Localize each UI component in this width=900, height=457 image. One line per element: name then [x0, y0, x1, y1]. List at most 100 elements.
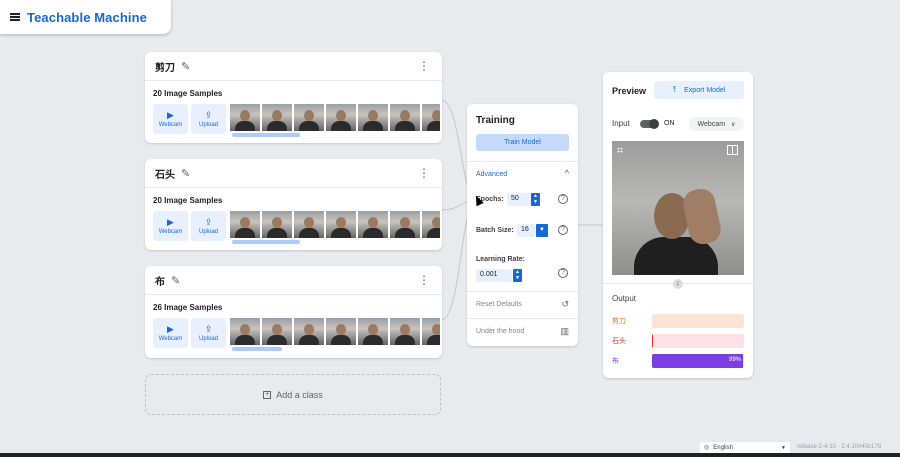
sample-thumbnail[interactable] — [294, 211, 324, 238]
confidence-bar: 99% — [652, 354, 744, 368]
app-title[interactable]: Teachable Machine — [27, 10, 147, 25]
more-options-icon[interactable]: ⋮ — [418, 273, 430, 287]
sample-thumbnail[interactable] — [294, 318, 324, 345]
class-name[interactable]: 布 — [155, 273, 165, 288]
class-card: 剪刀 ✎ ⋮ 20 Image Samples ▶ Webcam ⇪ Uploa… — [145, 52, 442, 143]
sample-thumbnail[interactable] — [390, 318, 420, 345]
sample-thumbnail[interactable] — [326, 104, 356, 131]
help-icon[interactable]: ? — [558, 268, 568, 278]
sample-row: ▶ Webcam ⇪ Upload — [145, 211, 442, 247]
epochs-stepper[interactable]: ▲ ▼ — [531, 193, 540, 206]
thumbnail-scrollbar[interactable] — [232, 347, 282, 351]
sample-thumbnail[interactable] — [422, 104, 440, 131]
epochs-input[interactable]: 50 — [507, 193, 531, 206]
output-row: 布 99% — [612, 354, 744, 368]
crop-icon[interactable]: ⌗ — [617, 145, 623, 158]
sample-thumbnail[interactable] — [230, 104, 260, 131]
upload-icon: ⇪ — [204, 110, 213, 120]
confidence-bar — [652, 314, 744, 328]
more-options-icon[interactable]: ⋮ — [418, 59, 430, 73]
input-source-select[interactable]: Webcam ∨ — [689, 117, 744, 131]
add-class-button[interactable]: + Add a class — [145, 374, 441, 415]
sample-row: ▶ Webcam ⇪ Upload — [145, 318, 442, 354]
webcam-label: Webcam — [158, 229, 183, 235]
sample-thumbnail[interactable] — [262, 104, 292, 131]
upload-icon: ⤒ — [672, 85, 677, 94]
learning-rate-input[interactable]: 0.001 — [476, 269, 512, 282]
sample-thumbnail[interactable] — [326, 211, 356, 238]
sample-thumbnail[interactable] — [390, 211, 420, 238]
confidence-percent: 99% — [728, 357, 741, 363]
webcam-label: Webcam — [158, 122, 183, 128]
sample-thumbnail[interactable] — [326, 318, 356, 345]
language-select[interactable]: ◎ English ▼ — [700, 442, 790, 453]
webcam-button[interactable]: ▶ Webcam — [153, 104, 188, 134]
chevron-down-icon[interactable]: ▼ — [536, 224, 548, 237]
learning-rate-label: Learning Rate: — [476, 256, 526, 263]
webcam-button[interactable]: ▶ Webcam — [153, 211, 188, 241]
learning-rate-stepper[interactable]: ▲ ▼ — [513, 269, 522, 282]
arrow-down-icon: ↓ — [673, 279, 683, 289]
chart-icon[interactable]: ▥ — [560, 326, 569, 337]
sample-thumbnail[interactable] — [230, 318, 260, 345]
flip-icon[interactable] — [727, 145, 738, 155]
edit-pencil-icon[interactable]: ✎ — [181, 60, 190, 73]
thumbnail-scrollbar[interactable] — [232, 133, 300, 137]
advanced-toggle[interactable]: Advanced — [476, 171, 507, 178]
output-class-name: 布 — [612, 358, 619, 365]
class-header: 剪刀 ✎ ⋮ — [145, 52, 442, 81]
help-icon[interactable]: ? — [558, 225, 568, 235]
class-name[interactable]: 石头 — [155, 166, 175, 181]
sample-thumbnail[interactable] — [422, 318, 440, 345]
export-model-button[interactable]: ⤒ Export Model — [654, 81, 744, 99]
input-label: Input — [612, 119, 630, 128]
train-model-button[interactable]: Train Model — [476, 134, 569, 151]
sample-thumbnail[interactable] — [422, 211, 440, 238]
sample-thumbnail[interactable] — [358, 318, 388, 345]
batch-size-select[interactable]: 16 — [517, 224, 535, 237]
webcam-label: Webcam — [158, 336, 183, 342]
under-the-hood-button[interactable]: Under the hood — [476, 328, 524, 335]
webcam-button[interactable]: ▶ Webcam — [153, 318, 188, 348]
video-camera-icon: ▶ — [167, 110, 174, 120]
sample-thumbnail[interactable] — [262, 318, 292, 345]
sample-thumbnail[interactable] — [358, 211, 388, 238]
chevron-down-icon: ▼ — [781, 444, 786, 451]
thumbnail-scrollbar[interactable] — [232, 240, 300, 244]
footer-bar — [0, 453, 900, 457]
output-class-name: 石头 — [612, 338, 626, 345]
history-icon[interactable]: ↺ — [561, 299, 569, 310]
upload-button[interactable]: ⇪ Upload — [191, 211, 226, 241]
input-source-value: Webcam — [697, 120, 726, 128]
menu-icon[interactable] — [10, 13, 20, 21]
sample-thumbnail[interactable] — [230, 211, 260, 238]
class-name[interactable]: 剪刀 — [155, 59, 175, 74]
reset-defaults-button[interactable]: Reset Defaults — [476, 301, 522, 308]
edit-pencil-icon[interactable]: ✎ — [171, 274, 180, 287]
output-row: 石头 — [612, 334, 744, 348]
class-header: 布 ✎ ⋮ — [145, 266, 442, 295]
chevron-up-icon[interactable]: ^ — [565, 168, 569, 178]
more-options-icon[interactable]: ⋮ — [418, 166, 430, 180]
video-camera-icon: ▶ — [167, 324, 174, 334]
webcam-preview: ⌗ — [612, 141, 744, 275]
training-title: Training — [476, 115, 515, 126]
divider — [467, 161, 578, 162]
help-icon[interactable]: ? — [558, 194, 568, 204]
export-model-label: Export Model — [684, 86, 726, 94]
edit-pencil-icon[interactable]: ✎ — [181, 167, 190, 180]
upload-button[interactable]: ⇪ Upload — [191, 104, 226, 134]
sample-thumbnail[interactable] — [262, 211, 292, 238]
class-card: 石头 ✎ ⋮ 20 Image Samples ▶ Webcam ⇪ Uploa… — [145, 159, 442, 250]
output-row: 剪刀 — [612, 314, 744, 328]
sample-thumbnails[interactable] — [230, 104, 440, 137]
sample-thumbnails[interactable] — [230, 318, 440, 351]
input-toggle[interactable] — [640, 119, 659, 129]
sample-count: 20 Image Samples — [153, 196, 223, 205]
upload-button[interactable]: ⇪ Upload — [191, 318, 226, 348]
sample-thumbnails[interactable] — [230, 211, 440, 244]
sample-thumbnail[interactable] — [390, 104, 420, 131]
sample-thumbnail[interactable] — [358, 104, 388, 131]
confidence-bar — [652, 334, 744, 348]
sample-thumbnail[interactable] — [294, 104, 324, 131]
